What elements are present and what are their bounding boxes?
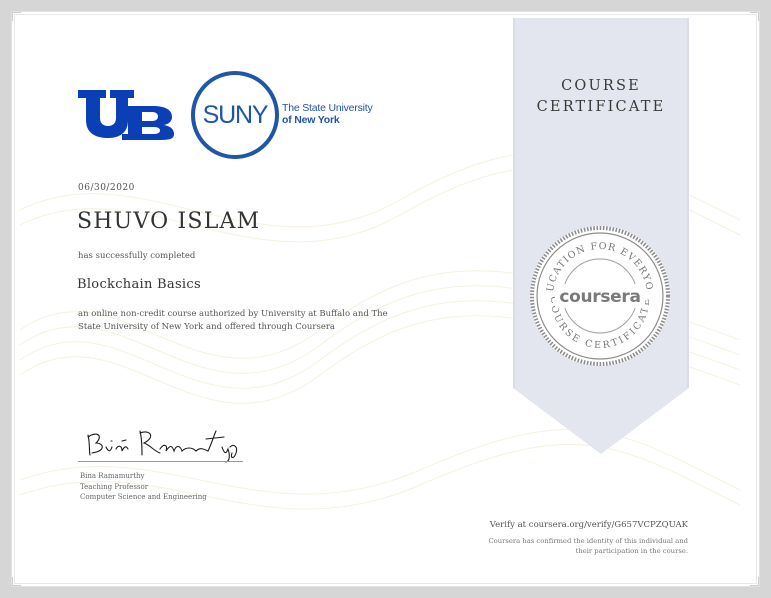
suny-line-1: The State University xyxy=(282,102,373,114)
suny-mark: SUNY xyxy=(203,101,269,129)
certificate-title: COURSE CERTIFICATE xyxy=(513,76,689,118)
suny-wordmark: The State University of New York xyxy=(282,102,373,126)
signer-role: Teaching Professor xyxy=(80,482,149,491)
certificate-title-line-2: CERTIFICATE xyxy=(536,99,666,115)
course-description: an online non-credit course authorized b… xyxy=(78,309,388,332)
issue-date: 06/30/2020 xyxy=(78,183,135,193)
verification-note-line-1: Coursera has confirmed the identity of t… xyxy=(488,537,688,545)
corner-mark xyxy=(750,12,759,21)
corner-mark xyxy=(750,577,759,586)
handwritten-signature xyxy=(87,430,238,463)
signer-department: Computer Science and Engineering xyxy=(80,493,207,501)
course-name: Blockchain Basics xyxy=(77,277,201,292)
corner-mark xyxy=(12,577,21,586)
signature-line xyxy=(78,461,243,462)
recipient-name: SHUVO ISLAM xyxy=(77,209,261,234)
completion-text: has successfully completed xyxy=(78,251,196,261)
verification-note: Coursera has confirmed the identity of t… xyxy=(428,536,688,556)
verification-note-line-2: their participation in the course. xyxy=(575,547,688,555)
suny-line-2: of New York xyxy=(282,114,340,126)
institution-logos: UB SUNY The State University of New York xyxy=(76,70,376,160)
ub-logo: UB xyxy=(78,90,174,140)
corner-mark xyxy=(12,12,21,21)
coursera-wordmark: coursera xyxy=(559,287,640,307)
signer-block: Bina Ramamurthy Teaching Professor Compu… xyxy=(80,471,207,503)
coursera-seal: EDUCATION FOR EVERYONE COURSE CERTIFICAT… xyxy=(527,223,670,366)
suny-logo: SUNY xyxy=(191,71,279,159)
signer-name: Bina Ramamurthy xyxy=(80,472,145,480)
certificate-title-line-1: COURSE xyxy=(561,78,641,94)
verification-url: Verify at coursera.org/verify/G657VCPZQU… xyxy=(489,520,688,530)
